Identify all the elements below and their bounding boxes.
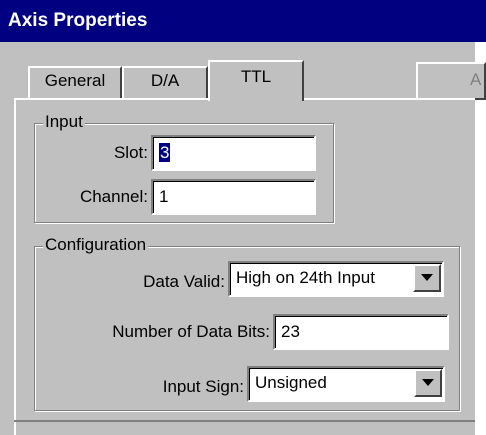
window-right-edge bbox=[475, 42, 486, 435]
slot-label: Slot: bbox=[113, 143, 148, 162]
channel-input[interactable]: 1 bbox=[151, 179, 316, 215]
tab-ttl[interactable]: TTL bbox=[208, 60, 304, 101]
window-title: Axis Properties bbox=[8, 10, 148, 31]
configuration-group-legend: Configuration bbox=[43, 235, 149, 255]
input-sign-select[interactable]: Unsigned bbox=[247, 366, 445, 402]
channel-value: 1 bbox=[159, 187, 169, 206]
data-valid-value: High on 24th Input bbox=[236, 268, 375, 287]
input-sign-label: Input Sign: bbox=[162, 377, 244, 396]
input-sign-value: Unsigned bbox=[255, 373, 327, 392]
apply-button-label: A bbox=[470, 70, 482, 89]
channel-label: Channel: bbox=[79, 187, 148, 206]
axis-properties-dialog: Axis Properties A General D/A TTL Input … bbox=[0, 0, 486, 435]
number-of-data-bits-label: Number of Data Bits: bbox=[112, 322, 270, 341]
data-valid-select[interactable]: High on 24th Input bbox=[228, 261, 444, 297]
number-of-data-bits-input[interactable]: 23 bbox=[273, 314, 449, 350]
chevron-down-icon bbox=[422, 379, 434, 386]
slot-value: 3 bbox=[159, 143, 171, 162]
input-group-legend: Input bbox=[43, 112, 85, 132]
slot-input[interactable]: 3 bbox=[151, 135, 316, 171]
panel-bottom-divider bbox=[14, 420, 475, 422]
title-bar: Axis Properties bbox=[0, 0, 486, 42]
number-of-data-bits-value: 23 bbox=[281, 322, 300, 341]
tab-ttl-label: TTL bbox=[240, 67, 272, 86]
apply-button[interactable]: A bbox=[416, 62, 486, 100]
data-valid-dropdown-button[interactable] bbox=[413, 264, 441, 292]
tab-general[interactable]: General bbox=[28, 66, 122, 98]
tab-da[interactable]: D/A bbox=[122, 66, 208, 98]
input-sign-dropdown-button[interactable] bbox=[414, 369, 442, 397]
tab-da-label: D/A bbox=[150, 71, 180, 90]
chevron-down-icon bbox=[421, 274, 433, 281]
tab-general-label: General bbox=[44, 71, 106, 90]
data-valid-label: Data Valid: bbox=[143, 272, 225, 291]
